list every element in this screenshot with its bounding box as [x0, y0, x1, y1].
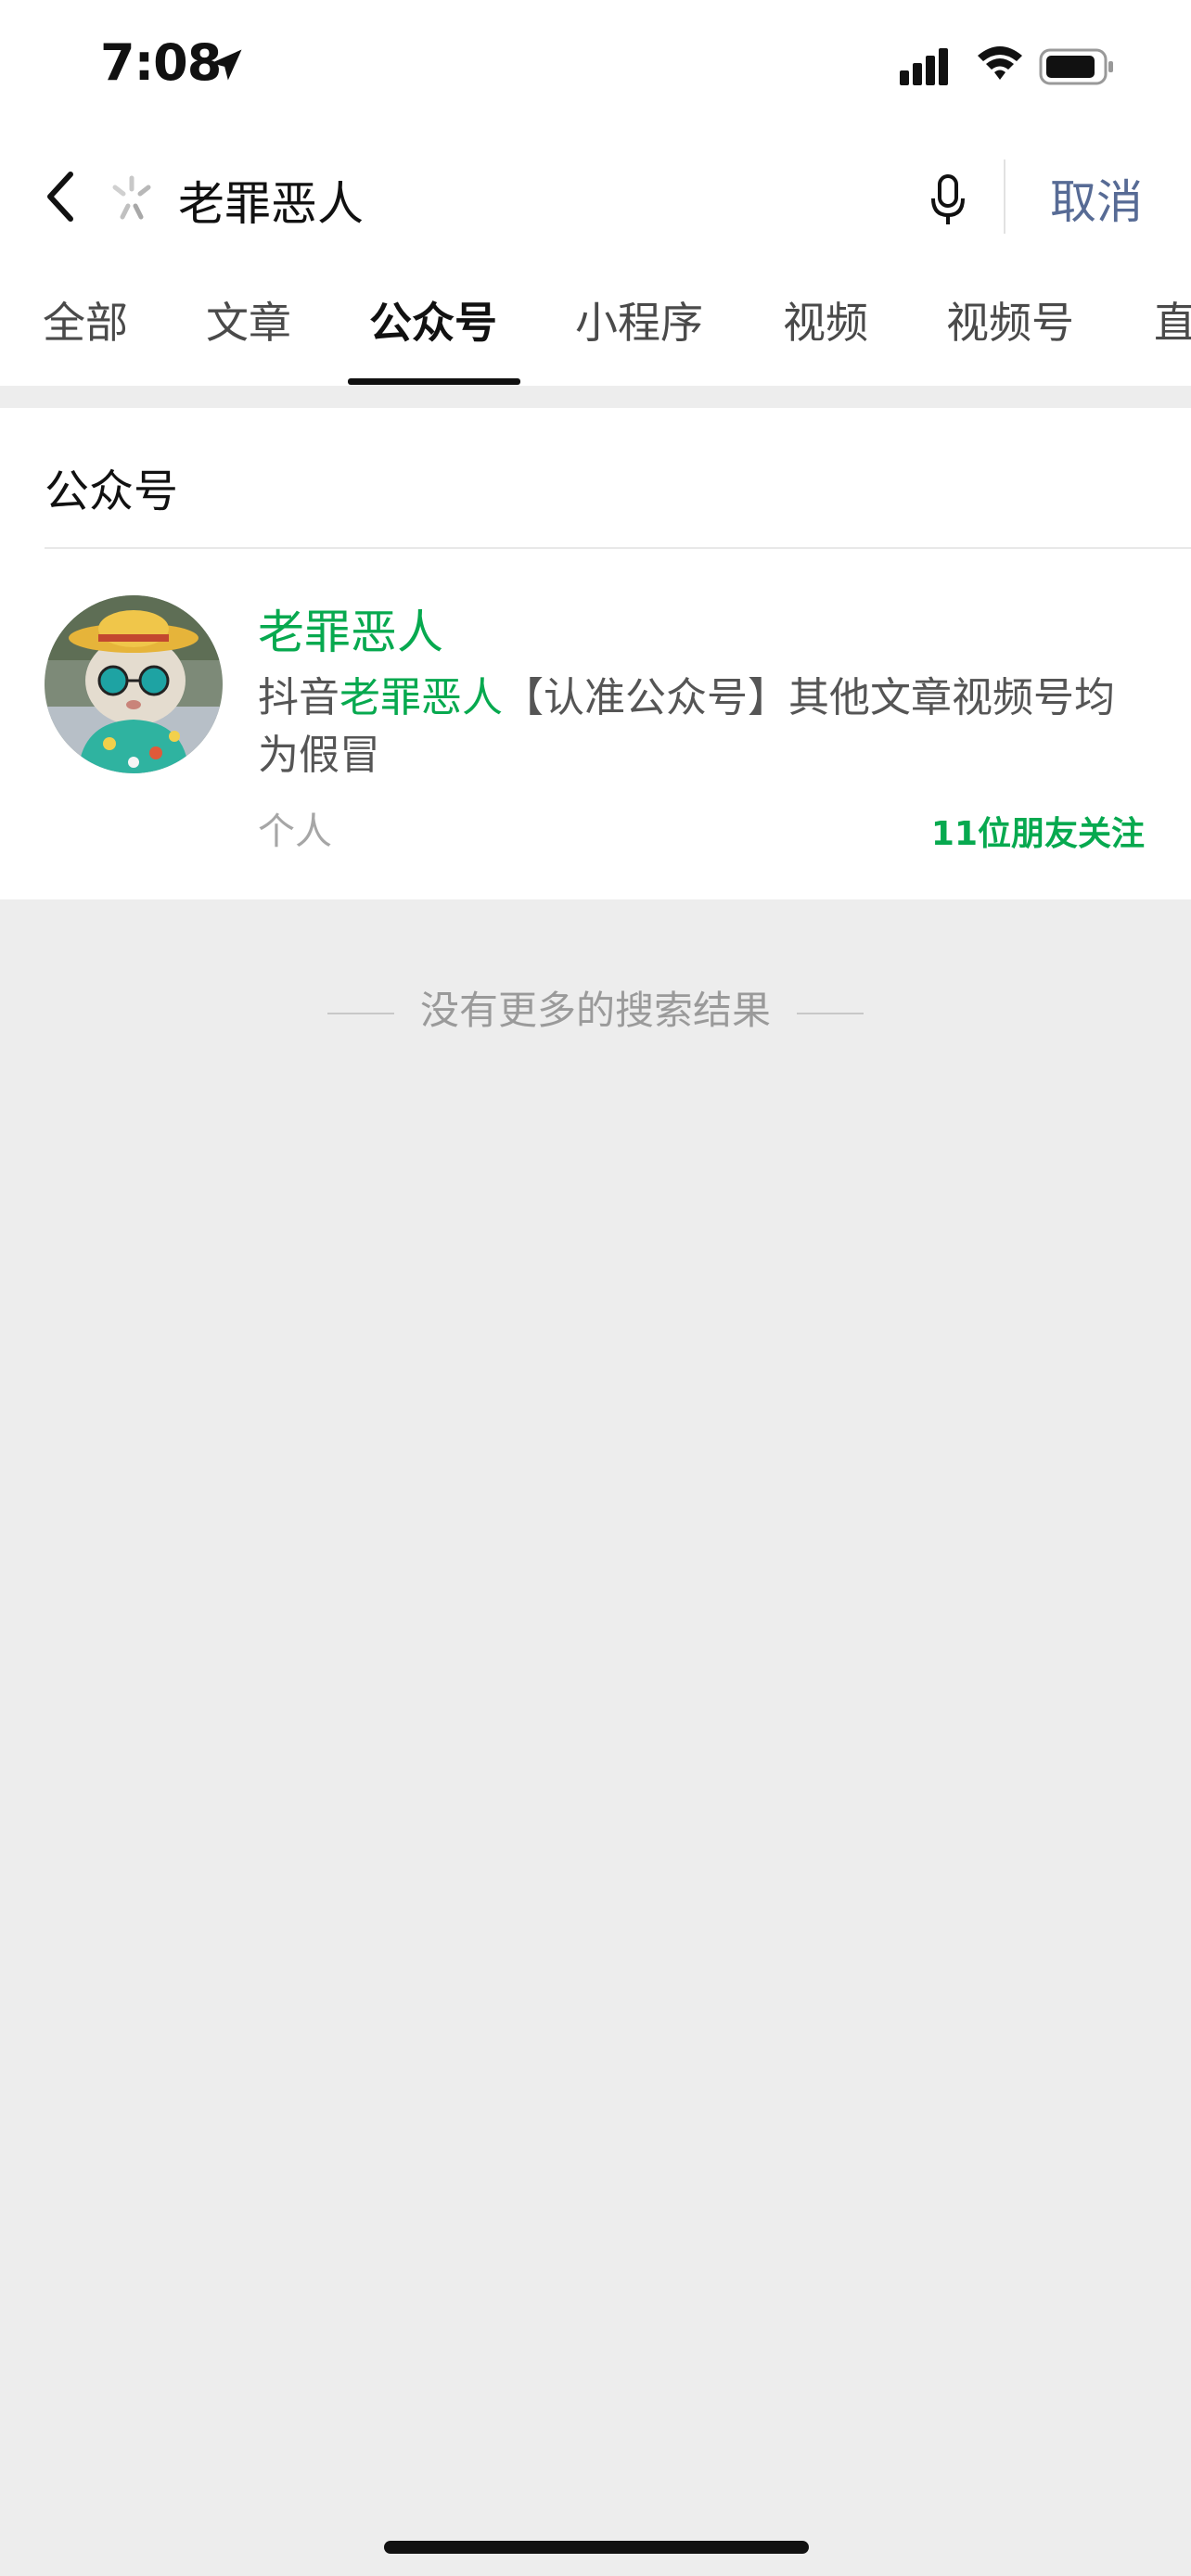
account-avatar[interactable]: [45, 595, 223, 773]
section-title: 公众号: [45, 465, 179, 517]
tab-mini-programs[interactable]: 小程序: [575, 289, 703, 351]
tab-videos[interactable]: 视频: [783, 289, 868, 351]
back-chevron-icon[interactable]: [37, 163, 83, 230]
header-divider: [1004, 159, 1005, 234]
tab-all[interactable]: 全部: [43, 289, 128, 351]
loading-spinner-icon: [112, 175, 151, 220]
tab-articles[interactable]: 文章: [206, 289, 291, 351]
active-tab-indicator: [348, 378, 520, 385]
account-name[interactable]: 老罪恶人: [258, 595, 443, 662]
no-more-results: 没有更多的搜索结果: [0, 979, 1191, 1036]
status-bar: 7:08: [0, 0, 1191, 139]
location-arrow-icon: [211, 49, 242, 81]
battery-icon: [1039, 48, 1113, 85]
account-type: 个人: [258, 810, 332, 853]
tab-live[interactable]: 直: [1154, 289, 1191, 351]
friends-following-count: 11位朋友关注: [930, 815, 1145, 853]
cancel-button[interactable]: 取消: [1050, 165, 1143, 232]
home-indicator[interactable]: [384, 2541, 809, 2554]
search-input[interactable]: 老罪恶人: [178, 167, 364, 234]
right-dash: [797, 1012, 864, 1014]
section-divider: [45, 547, 1191, 549]
tab-channels[interactable]: 视频号: [946, 289, 1074, 351]
cellular-signal-icon: [900, 48, 948, 85]
account-description: 抖音老罪恶人【认准公众号】其他文章视频号均为假冒: [258, 670, 1130, 784]
wifi-icon: [978, 46, 1022, 80]
search-header: 老罪恶人 取消: [0, 139, 1191, 256]
microphone-icon[interactable]: [928, 171, 968, 230]
result-section: 公众号 老罪恶人 抖音老罪恶人【认准公众号】其他文章视频号均为假冒 个人 11位…: [0, 408, 1191, 899]
status-time: 7:08: [100, 33, 222, 92]
left-dash: [327, 1012, 394, 1014]
category-tabs: 全部 文章 公众号 小程序 视频 视频号 直: [0, 254, 1191, 386]
tab-official-accounts[interactable]: 公众号: [369, 289, 497, 351]
no-more-text: 没有更多的搜索结果: [419, 988, 771, 1033]
description-prefix: 抖音: [258, 674, 339, 721]
description-highlight: 老罪恶人: [339, 674, 503, 721]
